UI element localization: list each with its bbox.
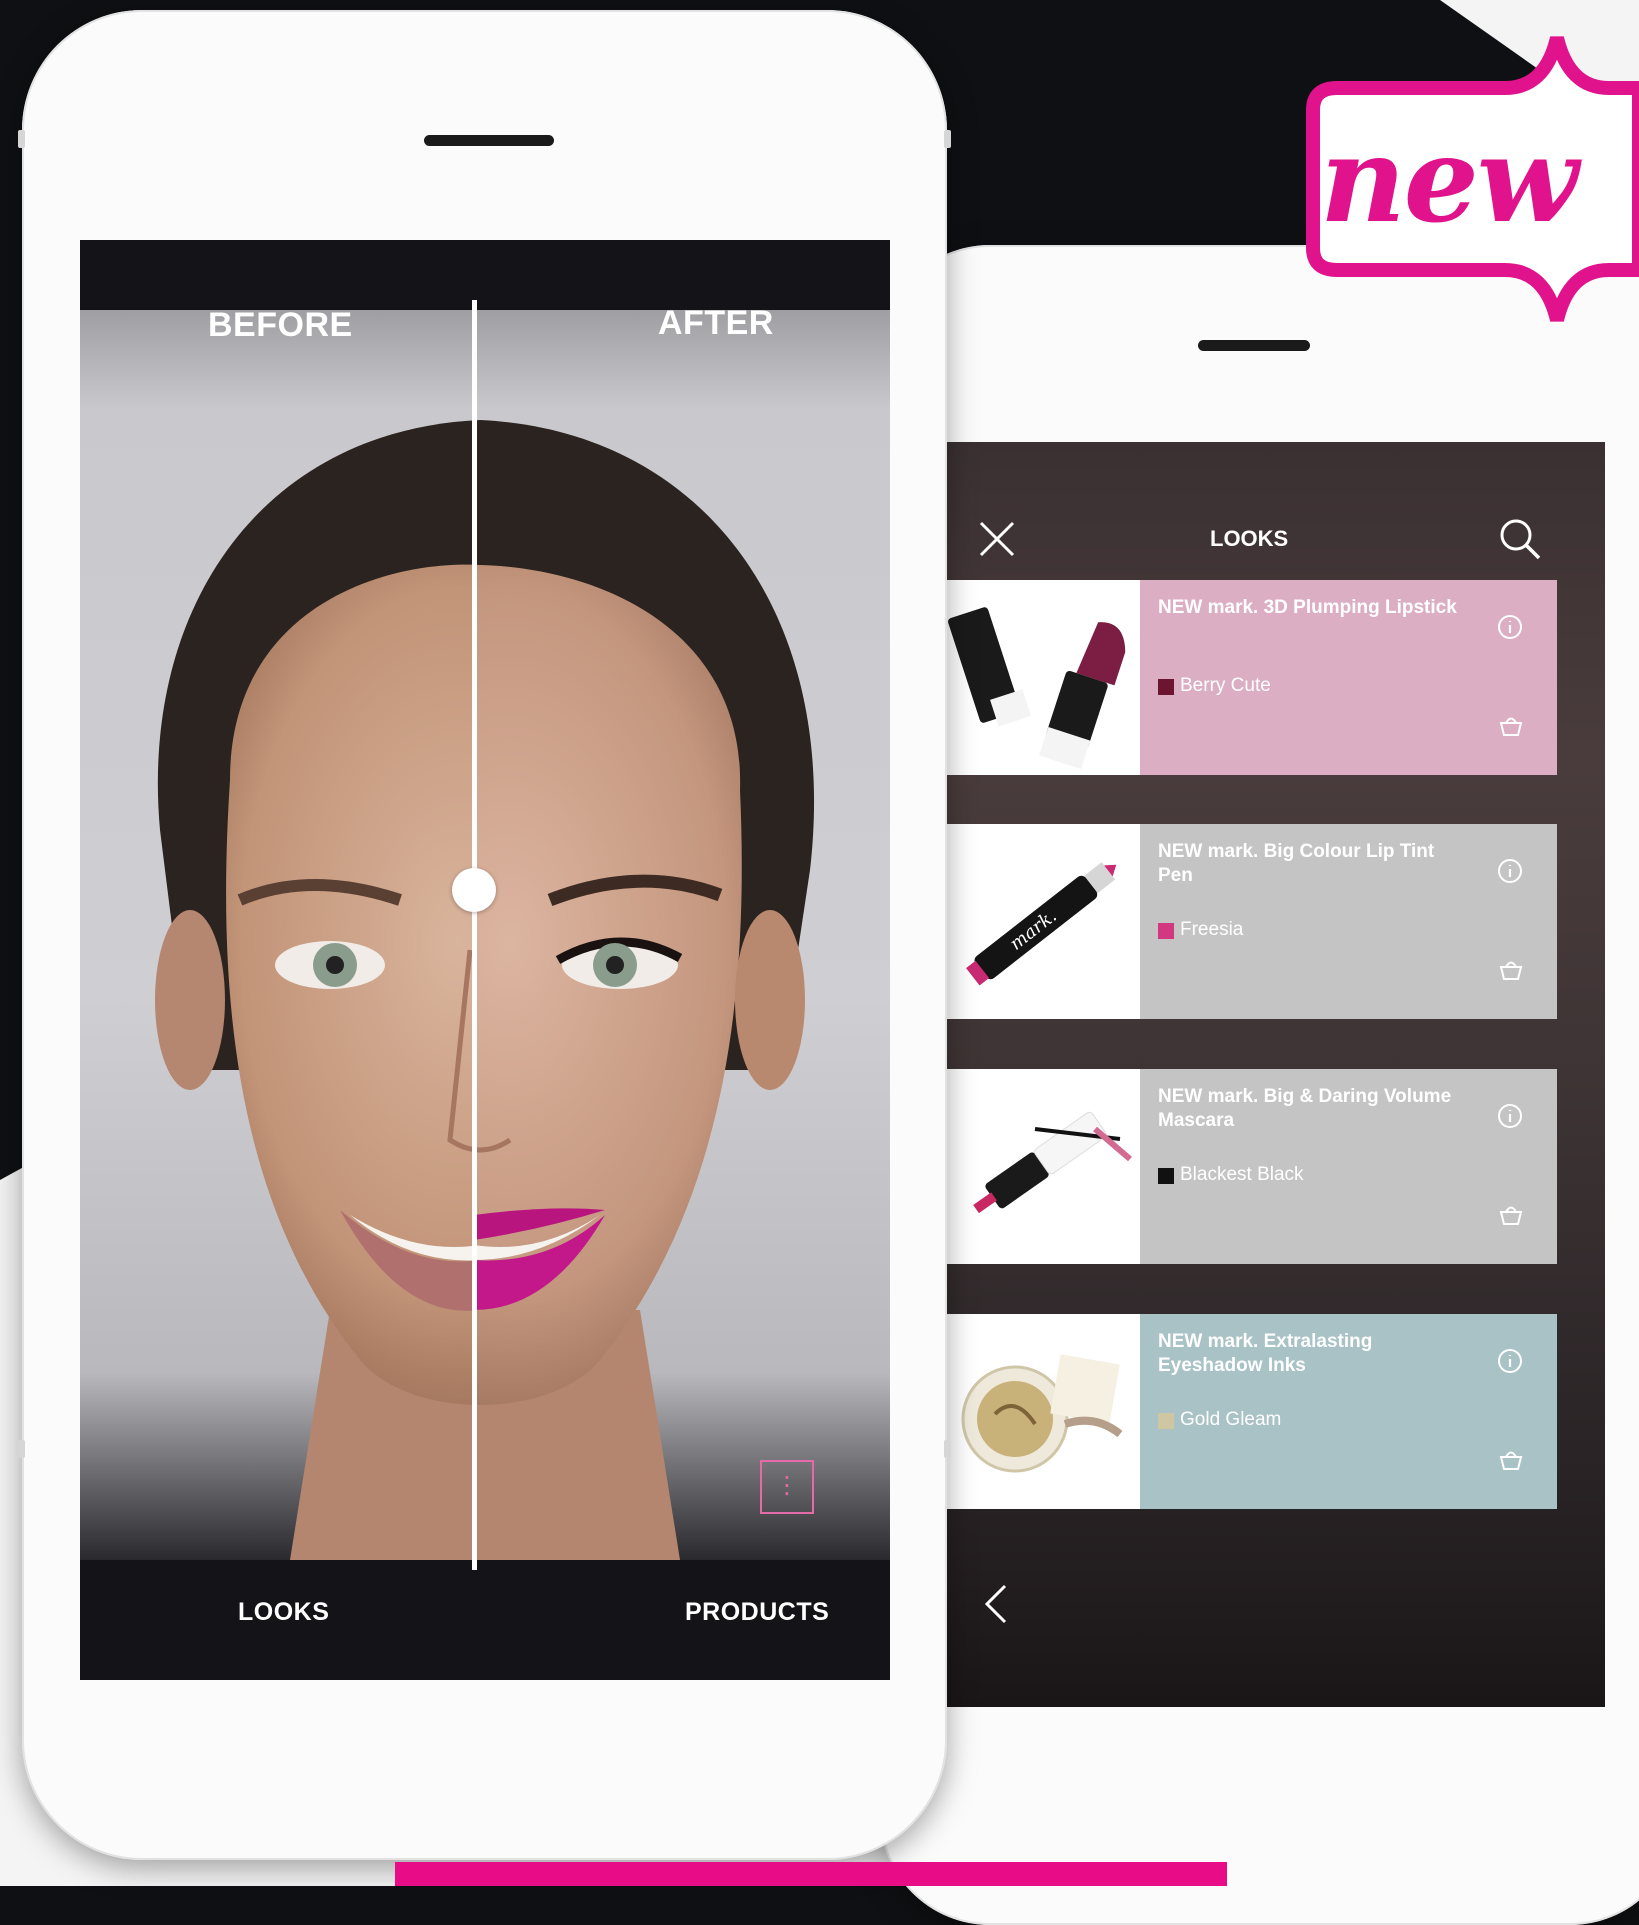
tab-products[interactable]: PRODUCTS — [685, 1598, 829, 1627]
phone-side-button — [944, 130, 951, 148]
info-icon[interactable] — [1496, 613, 1524, 641]
product-name: NEW mark. Big & Daring Volume Mascara — [1158, 1086, 1452, 1131]
shade-name: Freesia — [1180, 919, 1244, 940]
product-card[interactable]: mark. NEW mark. Big Colour Lip Tint Pen … — [945, 824, 1557, 1019]
looks-screen: LOOKS NEW mark. 3D Plumping Lipstick Ber… — [945, 442, 1605, 1707]
shade-swatch — [1158, 923, 1174, 939]
product-card-body: NEW mark. Big & Daring Volume Mascara Bl… — [1140, 1069, 1557, 1264]
phone-side-button — [18, 130, 25, 148]
product-image-lipstick — [945, 580, 1140, 775]
new-badge-text: new — [1320, 110, 1578, 249]
speaker-grille — [1198, 340, 1310, 351]
product-card[interactable]: NEW mark. Extralasting Eyeshadow Inks Go… — [945, 1314, 1557, 1509]
info-icon[interactable] — [1496, 857, 1524, 885]
basket-icon[interactable] — [1498, 957, 1524, 981]
product-image-lip-tint-pen: mark. — [945, 824, 1140, 1019]
basket-icon[interactable] — [1498, 1447, 1524, 1471]
model-photo — [80, 310, 890, 1560]
basket-icon[interactable] — [1498, 1202, 1524, 1226]
product-image-eyeshadow — [945, 1314, 1140, 1509]
after-label: AFTER — [658, 304, 774, 342]
product-name: NEW mark. 3D Plumping Lipstick — [1158, 597, 1457, 618]
search-icon[interactable] — [1497, 516, 1543, 562]
before-after-divider[interactable] — [472, 300, 477, 1570]
phone-side-button — [18, 1440, 25, 1458]
product-card[interactable]: NEW mark. 3D Plumping Lipstick Berry Cut… — [945, 580, 1557, 775]
chevron-left-icon[interactable] — [981, 1582, 1011, 1626]
shade-name: Berry Cute — [1180, 675, 1271, 696]
shade-name: Gold Gleam — [1180, 1409, 1282, 1430]
close-icon[interactable] — [975, 517, 1019, 561]
more-vertical-icon[interactable]: ⋮ — [760, 1460, 814, 1514]
info-icon[interactable] — [1496, 1102, 1524, 1130]
product-card[interactable]: NEW mark. Big & Daring Volume Mascara Bl… — [945, 1069, 1557, 1264]
product-name: NEW mark. Big Colour Lip Tint Pen — [1158, 841, 1435, 886]
model-face-illustration — [155, 420, 815, 1560]
product-card-body: NEW mark. Big Colour Lip Tint Pen Freesi… — [1140, 824, 1557, 1019]
product-card-body: NEW mark. 3D Plumping Lipstick Berry Cut… — [1140, 580, 1557, 775]
tab-looks[interactable]: LOOKS — [238, 1598, 329, 1627]
shade-name: Blackest Black — [1180, 1164, 1304, 1185]
speaker-grille — [424, 135, 554, 146]
product-card-body: NEW mark. Extralasting Eyeshadow Inks Go… — [1140, 1314, 1557, 1509]
shade-swatch — [1158, 1168, 1174, 1184]
basket-icon[interactable] — [1498, 713, 1524, 737]
shade-swatch — [1158, 679, 1174, 695]
product-image-mascara — [945, 1069, 1140, 1264]
phone-side-button — [944, 1440, 951, 1458]
shade-swatch — [1158, 1413, 1174, 1429]
info-icon[interactable] — [1496, 1347, 1524, 1375]
before-label: BEFORE — [208, 306, 353, 344]
try-on-screen: BEFORE AFTER ⋮ LOOKS PRODUCTS — [80, 240, 890, 1680]
looks-title: LOOKS — [1210, 526, 1289, 551]
product-name: NEW mark. Extralasting Eyeshadow Inks — [1158, 1331, 1373, 1376]
pink-banner-bar — [395, 1862, 1227, 1886]
comparison-slider-handle[interactable] — [452, 868, 496, 912]
